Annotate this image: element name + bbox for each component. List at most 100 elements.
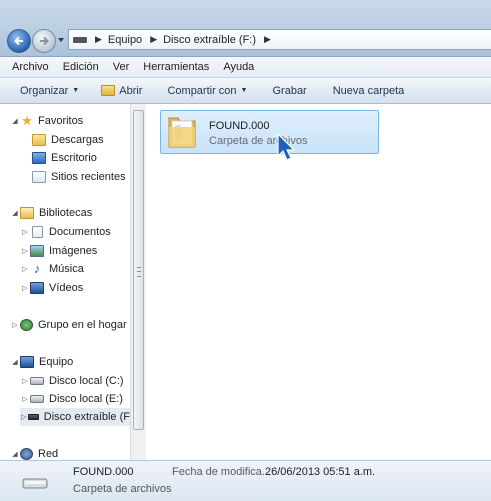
command-bar: Organizar ▼ Abrir Compartir con ▼ Grabar…	[0, 78, 491, 104]
nav-disk-c[interactable]: ▷ Disco local (C:)	[20, 372, 124, 390]
expand-arrow-icon[interactable]: ▷	[20, 247, 30, 255]
explorer-window: ▶ Equipo ▶ Disco extraíble (F:) ▶ Archiv…	[0, 0, 491, 501]
expand-arrow-icon[interactable]: ▷	[10, 321, 20, 329]
hard-disk-icon	[30, 395, 44, 403]
homegroup-icon	[20, 319, 33, 331]
music-note-icon: ♪	[33, 261, 41, 276]
folder-open-icon	[101, 85, 116, 96]
details-pane: FOUND.000 Carpeta de archivos Fecha de m…	[0, 460, 491, 501]
nav-downloads-label: Descargas	[51, 134, 104, 146]
nav-homegroup[interactable]: ▷ Grupo en el hogar	[10, 316, 127, 334]
recent-pages-dropdown[interactable]	[57, 36, 65, 44]
chevron-down-icon: ▼	[72, 87, 80, 94]
nav-computer-label: Equipo	[39, 356, 74, 368]
nav-libraries-label: Bibliotecas	[39, 207, 93, 219]
title-bar: ▶ Equipo ▶ Disco extraíble (F:) ▶	[0, 0, 491, 57]
breadcrumb-disco-extraible[interactable]: Disco extraíble (F:)	[163, 34, 256, 46]
nav-videos[interactable]: ▷ Vídeos	[20, 279, 83, 297]
menu-archivo[interactable]: Archivo	[12, 61, 49, 73]
documents-icon	[32, 226, 43, 238]
nav-disk-e[interactable]: ▷ Disco local (E:)	[20, 390, 123, 408]
images-icon	[30, 245, 44, 257]
breadcrumb-equipo[interactable]: Equipo	[108, 34, 142, 46]
nav-videos-label: Vídeos	[49, 282, 84, 294]
chevron-down-icon: ▼	[240, 87, 248, 94]
drive-icon	[73, 36, 87, 43]
nav-favorites[interactable]: ◢ ★ Favoritos	[10, 112, 83, 130]
nav-downloads[interactable]: Descargas	[32, 131, 104, 149]
expand-arrow-icon[interactable]: ▷	[20, 377, 30, 385]
recent-places-icon	[32, 171, 46, 183]
breadcrumb-separator-icon[interactable]: ▶	[150, 34, 157, 45]
desktop-icon	[32, 152, 46, 164]
new-folder-button[interactable]: Nueva carpeta	[333, 85, 405, 97]
address-bar[interactable]: ▶ Equipo ▶ Disco extraíble (F:) ▶	[68, 29, 491, 50]
details-date-label: Fecha de modifica...	[172, 466, 272, 478]
details-name: FOUND.000	[73, 466, 134, 478]
nav-desktop[interactable]: Escritorio	[32, 149, 97, 167]
nav-favorites-label: Favoritos	[38, 115, 84, 127]
hard-disk-icon	[30, 377, 44, 385]
nav-network[interactable]: ◢ Red	[10, 445, 58, 460]
folder-item[interactable]: FOUND.000 Carpeta de archivos	[160, 110, 379, 154]
network-icon	[20, 448, 33, 460]
organize-label: Organizar	[20, 84, 69, 97]
new-folder-label: Nueva carpeta	[332, 84, 405, 97]
navigation-pane: ◢ ★ Favoritos Descargas Escritorio Sitio…	[0, 104, 130, 460]
expand-arrow-icon[interactable]: ◢	[10, 117, 20, 125]
nav-removable-label: Disco extraíble (F	[43, 411, 130, 423]
nav-homegroup-label: Grupo en el hogar	[38, 319, 127, 331]
organize-button[interactable]: Organizar ▼	[20, 85, 79, 97]
expand-arrow-icon[interactable]: ▷	[20, 413, 28, 421]
open-label: Abrir	[119, 84, 143, 97]
nav-documents[interactable]: ▷ Documentos	[20, 223, 111, 241]
forward-button[interactable]	[32, 29, 56, 53]
videos-icon	[30, 282, 44, 294]
nav-scrollbar[interactable]	[130, 104, 146, 460]
nav-images-label: Imágenes	[49, 245, 98, 257]
expand-arrow-icon[interactable]: ▷	[20, 228, 30, 236]
nav-libraries[interactable]: ◢ Bibliotecas	[10, 204, 92, 222]
nav-documents-label: Documentos	[49, 226, 111, 238]
grip-icon	[137, 267, 141, 277]
breadcrumb-separator-icon[interactable]: ▶	[264, 34, 271, 45]
nav-desktop-label: Escritorio	[51, 152, 97, 164]
details-type: Carpeta de archivos	[73, 483, 172, 495]
expand-arrow-icon[interactable]: ◢	[10, 358, 20, 366]
libraries-icon	[20, 207, 34, 219]
burn-button[interactable]: Grabar	[272, 85, 306, 97]
menu-ayuda[interactable]: Ayuda	[223, 61, 254, 73]
nav-removable-disk[interactable]: ▷ Disco extraíble (F	[20, 408, 130, 426]
usb-drive-icon	[22, 478, 48, 489]
nav-recent[interactable]: Sitios recientes	[32, 168, 126, 186]
file-list: FOUND.000 Carpeta de archivos	[147, 104, 491, 460]
expand-arrow-icon[interactable]: ▷	[20, 395, 30, 403]
back-button[interactable]	[7, 29, 31, 53]
nav-computer[interactable]: ◢ Equipo	[10, 353, 73, 371]
mouse-cursor-icon	[277, 133, 295, 161]
nav-images[interactable]: ▷ Imágenes	[20, 242, 97, 260]
star-icon: ★	[21, 113, 33, 128]
menu-ver[interactable]: Ver	[113, 61, 130, 73]
expand-arrow-icon[interactable]: ◢	[10, 450, 20, 458]
share-label: Compartir con	[167, 84, 237, 97]
share-button[interactable]: Compartir con ▼	[167, 85, 247, 97]
nav-network-label: Red	[38, 448, 59, 460]
nav-recent-label: Sitios recientes	[51, 171, 126, 183]
folder-icon	[168, 117, 196, 148]
nav-disk-c-label: Disco local (C:)	[49, 375, 124, 387]
nav-music[interactable]: ▷ ♪ Música	[20, 260, 84, 278]
forward-arrow-icon	[40, 36, 49, 46]
expand-arrow-icon[interactable]: ▷	[20, 265, 30, 273]
menu-edicion[interactable]: Edición	[63, 61, 99, 73]
scrollbar-thumb[interactable]	[133, 110, 144, 430]
menu-herramientas[interactable]: Herramientas	[143, 61, 209, 73]
open-button[interactable]: Abrir	[101, 85, 142, 97]
downloads-folder-icon	[32, 134, 46, 146]
nav-disk-e-label: Disco local (E:)	[49, 393, 123, 405]
back-arrow-icon	[14, 36, 23, 46]
folder-name: FOUND.000	[209, 120, 270, 132]
expand-arrow-icon[interactable]: ◢	[10, 209, 20, 217]
expand-arrow-icon[interactable]: ▷	[20, 284, 30, 292]
breadcrumb-separator-icon[interactable]: ▶	[95, 34, 102, 45]
